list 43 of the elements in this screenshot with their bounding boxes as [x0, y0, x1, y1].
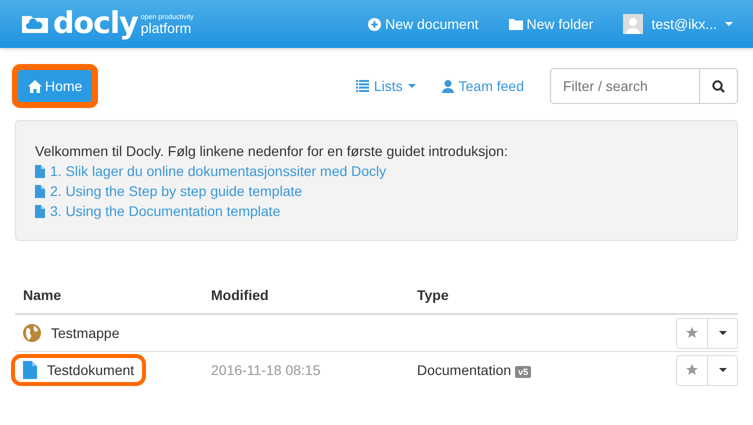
welcome-text: Velkommen til Docly. Følg linkene nedenfor for en første guidet introduksjon: [35, 142, 509, 161]
caret-icon [718, 368, 726, 372]
user-menu[interactable]: test@ikx... [623, 14, 733, 34]
caret-icon [408, 84, 416, 88]
caret-icon [725, 22, 733, 26]
nav-link[interactable]: New folder [508, 16, 594, 32]
star-icon [686, 364, 698, 376]
search-icon [712, 80, 725, 92]
search-field[interactable]: Filter / search [550, 68, 700, 104]
document-icon [35, 164, 45, 178]
logo-wordmark[interactable]: docly [53, 9, 138, 39]
user-icon [442, 80, 454, 92]
home-button[interactable]: Home [12, 64, 98, 108]
cloud-folder-icon[interactable] [20, 13, 50, 35]
document-type: Documentation [417, 362, 512, 378]
document-icon [35, 184, 45, 198]
column-header: Type [409, 277, 623, 314]
version-badge: v5 [515, 366, 532, 378]
modified-date: 2016-11-18 08:15 [211, 362, 320, 378]
document-icon [35, 204, 45, 218]
plus-circle-icon [368, 18, 382, 30]
favorite-button[interactable] [676, 318, 708, 348]
team-feed-link[interactable]: Team feed [442, 78, 524, 94]
star-icon [686, 327, 698, 339]
folder-icon [508, 18, 523, 30]
lists-dropdown[interactable]: Lists [356, 78, 416, 94]
nav-link[interactable]: New document [368, 16, 479, 32]
column-header: Name [15, 277, 203, 314]
search-button[interactable] [700, 68, 738, 104]
guide-link[interactable]: 1. Slik lager du online dokumentasjonssiter med Docly [35, 161, 718, 181]
guide-link[interactable]: 3. Using the Documentation template [35, 201, 718, 221]
guide-link[interactable]: 2. Using the Step by step guide template [35, 181, 718, 201]
column-header: Modified [203, 277, 409, 314]
document-icon [23, 361, 37, 379]
list-icon [356, 80, 369, 92]
file-name-link[interactable]: Testdokument [11, 354, 146, 386]
file-name-link[interactable]: Testmappe [11, 317, 132, 349]
globe-icon [23, 324, 41, 342]
caret-icon [718, 331, 726, 335]
avatar-icon [623, 14, 644, 34]
favorite-button[interactable] [676, 354, 708, 386]
home-icon [28, 80, 42, 92]
logo-tagline: platform [140, 20, 192, 34]
